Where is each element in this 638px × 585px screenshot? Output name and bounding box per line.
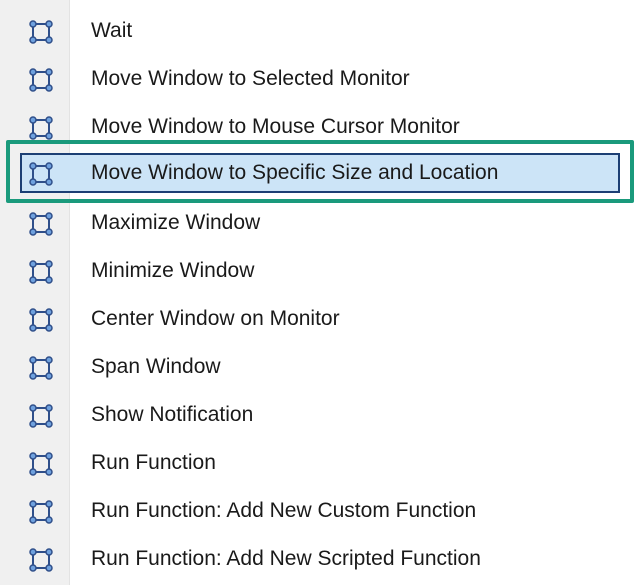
menu-item[interactable]: Move Window to Specific Size and Locatio… xyxy=(20,153,620,193)
menu-item-label: Span Window xyxy=(91,355,221,378)
menu-item-label: Show Notification xyxy=(91,403,254,426)
menu-item-label: Run Function: Add New Custom Function xyxy=(91,499,477,522)
menu-item[interactable]: Show Notification xyxy=(20,395,620,435)
window-bounds-icon xyxy=(29,548,53,572)
window-bounds-icon xyxy=(29,20,53,44)
menu-item-label: Center Window on Monitor xyxy=(91,307,340,330)
window-bounds-icon xyxy=(29,162,53,186)
window-bounds-icon xyxy=(29,308,53,332)
menu-item-label: Minimize Window xyxy=(91,259,255,282)
window-bounds-icon xyxy=(29,212,53,236)
menu-item[interactable]: Minimize Window xyxy=(20,251,620,291)
window-bounds-icon xyxy=(29,356,53,380)
menu-item[interactable]: Maximize Window xyxy=(20,203,620,243)
menu-item-label: Move Window to Selected Monitor xyxy=(91,67,410,90)
menu-item-label: Run Function xyxy=(91,451,216,474)
menu-item[interactable]: Run Function: Add New Scripted Function xyxy=(20,539,620,579)
menu-item[interactable]: Center Window on Monitor xyxy=(20,299,620,339)
window-bounds-icon xyxy=(29,452,53,476)
window-bounds-icon xyxy=(29,404,53,428)
menu-item-label: Move Window to Mouse Cursor Monitor xyxy=(91,115,460,138)
menu-item[interactable]: Run Function: Add New Custom Function xyxy=(20,491,620,531)
window-bounds-icon xyxy=(29,260,53,284)
menu-item-label: Wait xyxy=(91,19,133,42)
window-bounds-icon xyxy=(29,500,53,524)
menu-item[interactable]: Wait xyxy=(20,11,620,51)
menu-item[interactable]: Move Window to Mouse Cursor Monitor xyxy=(20,107,620,147)
context-menu: Wait Move Window to Selected Monitor Move … xyxy=(0,0,638,585)
menu-item[interactable]: Run Function xyxy=(20,443,620,483)
menu-item[interactable]: Span Window xyxy=(20,347,620,387)
menu-item[interactable]: Move Window to Selected Monitor xyxy=(20,59,620,99)
window-bounds-icon xyxy=(29,116,53,140)
menu-item-label: Move Window to Specific Size and Locatio… xyxy=(91,161,499,184)
menu-item-label: Maximize Window xyxy=(91,211,261,234)
window-bounds-icon xyxy=(29,68,53,92)
menu-item-label: Run Function: Add New Scripted Function xyxy=(91,547,481,570)
